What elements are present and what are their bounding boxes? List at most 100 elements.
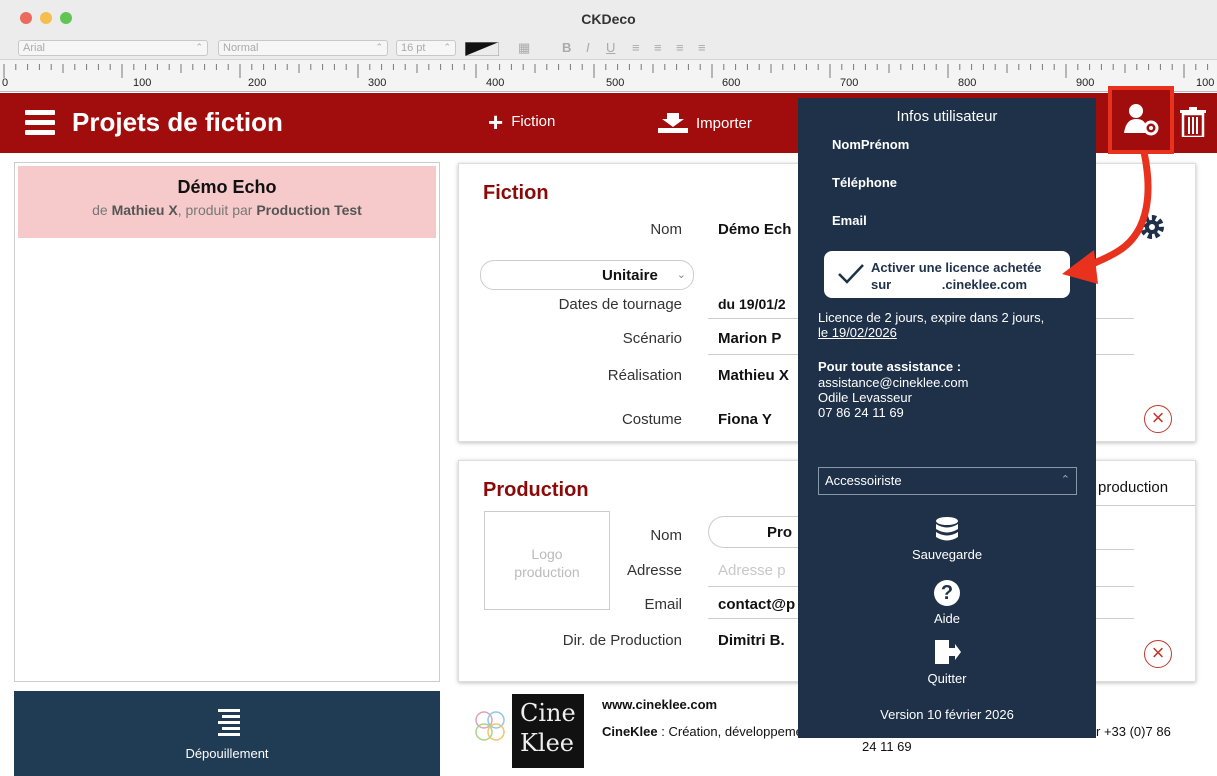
footer-desc-start: : Création, développeme	[657, 724, 803, 739]
window-titlebar: CKDeco	[0, 0, 1217, 36]
license-line1: Activer une licence achetée	[871, 260, 1042, 275]
role-value: Accessoiriste	[825, 473, 902, 488]
format-toolbar: Arial ⌃ Normal ⌃ 16 pt ⌃ ▦ B I U ≡ ≡ ≡ ≡	[0, 36, 1217, 60]
trash-icon[interactable]	[1180, 107, 1206, 137]
bold-icon[interactable]: B	[562, 40, 571, 55]
realisation-field[interactable]: Mathieu X	[718, 367, 789, 384]
fiction-nom-field[interactable]: Démo Ech	[718, 221, 791, 238]
depouillement-label: Dépouillement	[185, 746, 269, 761]
fiction-nom-label: Nom	[650, 221, 682, 238]
dir-production-field[interactable]: Dimitri B.	[718, 632, 785, 649]
field-underline	[1096, 354, 1134, 355]
activate-license-button[interactable]: Activer une licence achetée sur .cinekle…	[824, 251, 1070, 298]
quit-button[interactable]: Quitter	[798, 639, 1096, 686]
scenario-field[interactable]: Marion P	[718, 330, 781, 347]
costume-field[interactable]: Fiona Y	[718, 411, 772, 428]
project-author: Mathieu X	[111, 202, 178, 218]
import-label: Importer	[696, 114, 752, 132]
fiction-type-select[interactable]: Unitaire ⌄	[480, 260, 694, 290]
add-fiction-button[interactable]: + Fiction	[488, 109, 555, 135]
field-underline	[708, 618, 800, 619]
backup-button[interactable]: Sauvegarde	[798, 516, 1096, 562]
project-credits: de Mathieu X, produit par Production Tes…	[18, 202, 436, 218]
font-family-select[interactable]: Arial ⌃	[18, 40, 208, 56]
scenario-label: Scénario	[622, 330, 682, 347]
align-right-icon[interactable]: ≡	[676, 40, 684, 55]
field-underline	[1096, 505, 1196, 506]
version-label: Version 10 février 2026	[880, 707, 1014, 722]
ruler-label: 400	[486, 77, 505, 89]
realisation-label: Réalisation	[607, 367, 682, 384]
footer-phone-tail: 24 11 69	[862, 739, 912, 754]
remove-fiction-icon[interactable]: ×	[1144, 405, 1172, 433]
company-name: CineKlee	[602, 724, 658, 739]
checkmark-icon	[838, 264, 864, 284]
field-underline	[708, 354, 800, 355]
help-label: Aide	[933, 611, 961, 626]
assistance-phone: 07 86 24 11 69	[818, 405, 904, 420]
list-icon	[218, 709, 240, 739]
help-button[interactable]: ? Aide	[798, 580, 1096, 626]
production-nom-field[interactable]: Pro	[708, 516, 808, 548]
ruler-label: 800	[958, 77, 977, 89]
license-expiry: le 19/02/2026	[818, 325, 897, 340]
dates-tournage-field[interactable]: du 19/01/2	[718, 296, 786, 312]
underline-icon[interactable]: U	[606, 40, 615, 55]
production-email-field[interactable]: contact@p	[718, 596, 795, 613]
assistance-email: assistance@cineklee.com	[818, 375, 969, 390]
import-icon	[658, 113, 688, 133]
chevron-down-icon: ⌄	[676, 269, 686, 281]
depouillement-button[interactable]: Dépouillement	[14, 691, 440, 776]
project-producer: Production Test	[256, 202, 362, 218]
adresse-field[interactable]: Adresse p	[718, 562, 786, 579]
ruler-label: 600	[722, 77, 741, 89]
database-icon	[936, 517, 958, 541]
field-underline	[1096, 318, 1134, 319]
font-family-value: Arial	[23, 42, 46, 54]
menu-icon[interactable]	[25, 110, 55, 136]
clover-icon	[475, 711, 505, 741]
remove-production-icon[interactable]: ×	[1144, 640, 1172, 668]
text-style-icon[interactable]: ▦	[518, 40, 530, 56]
costume-label: Costume	[621, 411, 682, 428]
font-size-select[interactable]: 16 pt ⌃	[396, 40, 456, 56]
credits-middle: , produit par	[177, 202, 257, 218]
logo-line2: Klee	[520, 729, 575, 757]
logo-production-placeholder[interactable]: Logo production	[484, 511, 610, 610]
italic-icon[interactable]: I	[586, 40, 590, 55]
chevron-updown-icon: ⌃	[443, 42, 451, 52]
production-card-title: Production	[483, 479, 589, 501]
dir-production-label: Dir. de Production	[562, 632, 682, 649]
annotation-arrow-icon	[1062, 150, 1152, 284]
website-link[interactable]: www.cineklee.com	[602, 697, 717, 712]
role-select[interactable]: Accessoiriste ⌃	[818, 467, 1077, 495]
project-list-item[interactable]: Démo Echo de Mathieu X, produit par Prod…	[18, 166, 436, 238]
telephone-field[interactable]: Téléphone	[832, 175, 897, 190]
nom-prenom-field[interactable]: NomPrénom	[832, 137, 909, 152]
production-nom-label: Nom	[650, 527, 682, 544]
assistance-name: Odile Levasseur	[818, 390, 912, 405]
chevron-updown-icon: ⌃	[1060, 474, 1070, 486]
align-left-icon[interactable]: ≡	[632, 40, 640, 55]
question-icon: ?	[934, 580, 960, 606]
user-settings-button[interactable]	[1108, 86, 1174, 154]
page-title: Projets de fiction	[72, 107, 283, 137]
logo-placeholder-line2: production	[514, 564, 580, 580]
user-info-panel: Infos utilisateur NomPrénom Téléphone Em…	[798, 98, 1096, 738]
ruler-label: 700	[840, 77, 859, 89]
backup-label: Sauvegarde	[911, 547, 983, 562]
cineklee-logo: Cine Klee	[468, 694, 584, 768]
font-style-select[interactable]: Normal ⌃	[218, 40, 388, 56]
fiction-type-value: Unitaire	[602, 267, 658, 284]
exit-door-icon	[935, 640, 961, 664]
color-swatch-icon[interactable]	[465, 42, 499, 56]
font-size-value: 16 pt	[401, 42, 426, 54]
align-center-icon[interactable]: ≡	[654, 40, 662, 55]
import-button[interactable]: Importer	[658, 113, 752, 133]
align-justify-icon[interactable]: ≡	[698, 40, 706, 55]
ruler-label: 900	[1076, 77, 1095, 89]
ruler-label: 300	[368, 77, 387, 89]
dates-tournage-label: Dates de tournage	[558, 296, 682, 313]
fiction-card-title: Fiction	[483, 182, 549, 204]
email-field[interactable]: Email	[832, 213, 867, 228]
